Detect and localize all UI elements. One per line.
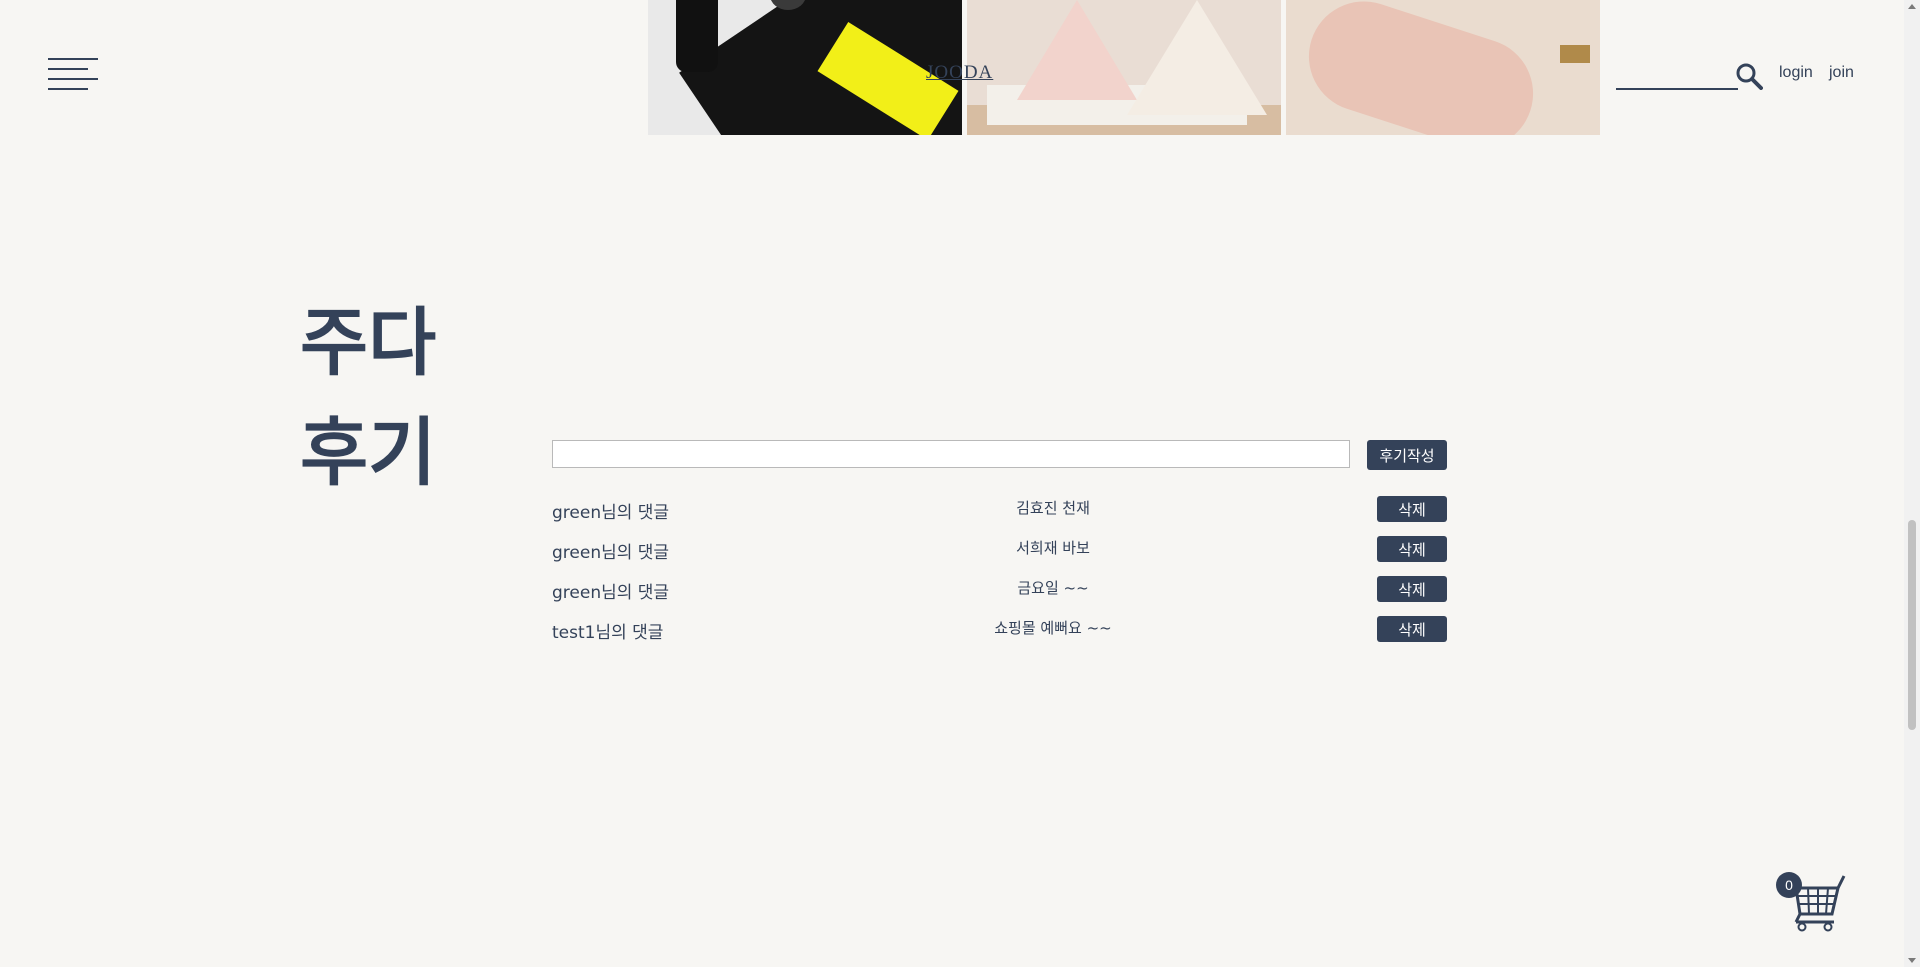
delete-review-button[interactable]: 삭제	[1377, 496, 1447, 522]
section-title-line1: 주다	[300, 300, 437, 386]
join-link[interactable]: join	[1829, 64, 1854, 82]
review-content: 김효진 천재	[1016, 499, 1090, 517]
delete-review-button[interactable]: 삭제	[1377, 616, 1447, 642]
review-content: 서희재 바보	[1016, 539, 1090, 557]
delete-review-button[interactable]: 삭제	[1377, 536, 1447, 562]
search-input[interactable]	[1616, 64, 1738, 90]
brand-logo-link[interactable]: JOODA	[926, 62, 993, 84]
search-icon[interactable]	[1735, 62, 1763, 90]
image-gallery	[648, 0, 1600, 135]
review-row: test1님의 댓글 쇼핑몰 예뻐요 ~~ 삭제	[552, 614, 1448, 654]
page-scrollbar[interactable]	[1904, 0, 1920, 967]
section-title: 주다 후기	[300, 288, 436, 508]
review-list: green님의 댓글 김효진 천재 삭제 green님의 댓글 서희재 바보 삭…	[552, 494, 1448, 654]
review-author: test1님의 댓글	[552, 623, 664, 643]
review-row: green님의 댓글 서희재 바보 삭제	[552, 534, 1448, 574]
gallery-image-mac[interactable]	[648, 0, 962, 135]
login-link[interactable]: login	[1779, 64, 1813, 82]
review-content: 쇼핑몰 예뻐요 ~~	[994, 619, 1112, 637]
review-author: green님의 댓글	[552, 543, 670, 563]
scroll-thumb[interactable]	[1908, 520, 1916, 730]
scroll-up-icon[interactable]	[1908, 4, 1916, 9]
scroll-down-icon[interactable]	[1908, 958, 1916, 963]
section-title-line2: 후기	[300, 410, 437, 496]
gallery-image-pet-tent[interactable]	[967, 0, 1281, 135]
review-row: green님의 댓글 금요일 ~~ 삭제	[552, 574, 1448, 614]
review-author: green님의 댓글	[552, 503, 670, 523]
review-row: green님의 댓글 김효진 천재 삭제	[552, 494, 1448, 534]
review-author: green님의 댓글	[552, 583, 670, 603]
write-review-button[interactable]: 후기작성	[1367, 440, 1447, 470]
cart-count-badge: 0	[1776, 872, 1802, 898]
gallery-image-fabric[interactable]	[1286, 0, 1600, 135]
review-content: 금요일 ~~	[1017, 579, 1089, 597]
delete-review-button[interactable]: 삭제	[1377, 576, 1447, 602]
menu-icon[interactable]	[48, 58, 98, 92]
review-input[interactable]	[552, 440, 1350, 468]
